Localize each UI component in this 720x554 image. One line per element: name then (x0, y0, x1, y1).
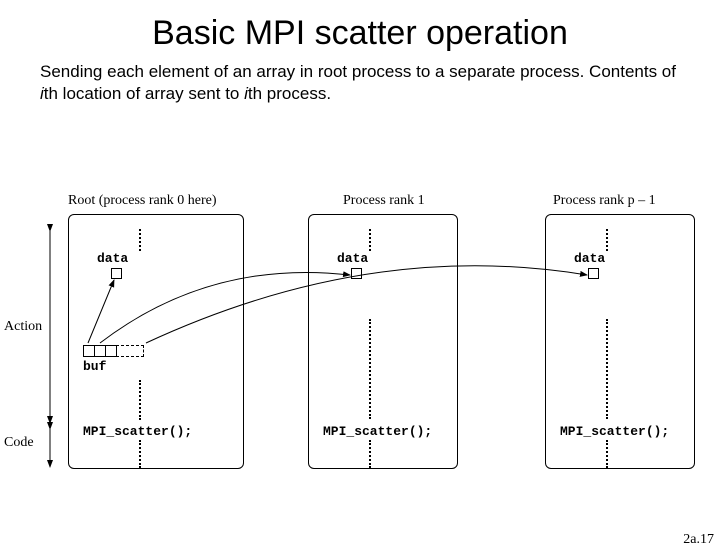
scatter-diagram: Action Code Root (process rank 0 here) d… (0, 189, 720, 489)
slide-number: 2a.17 (683, 532, 714, 548)
description: Sending each element of an array in root… (40, 61, 680, 105)
proc1-dotted-mid (369, 319, 371, 419)
proc1-dotted-top (369, 229, 371, 251)
action-label: Action (4, 319, 42, 335)
procN-data-label: data (574, 251, 605, 266)
root-buf-label: buf (83, 359, 106, 374)
root-scatter-call: MPI_scatter(); (83, 424, 192, 439)
root-dotted-mid (139, 380, 141, 420)
procN-dotted-bot (606, 440, 608, 468)
code-label: Code (4, 435, 34, 451)
root-process-box: data buf MPI_scatter(); (68, 214, 244, 469)
root-dotted-top (139, 229, 141, 251)
procN-data-box (588, 268, 599, 279)
desc-text-1: Sending each element of an array in root… (40, 62, 676, 81)
proc1-scatter-call: MPI_scatter(); (323, 424, 432, 439)
buf-cell-rest (116, 345, 144, 357)
proc1-box: data MPI_scatter(); (308, 214, 458, 469)
root-buf-row (83, 345, 144, 357)
procN-dotted-top (606, 229, 608, 251)
procN-label: Process rank p – 1 (553, 193, 656, 209)
procN-box: data MPI_scatter(); (545, 214, 695, 469)
proc1-label: Process rank 1 (343, 193, 425, 209)
root-dotted-bot (139, 440, 141, 468)
procN-dotted-mid (606, 319, 608, 419)
proc1-data-label: data (337, 251, 368, 266)
proc1-dotted-bot (369, 440, 371, 468)
procN-scatter-call: MPI_scatter(); (560, 424, 669, 439)
root-proc-label: Root (process rank 0 here) (68, 193, 217, 209)
root-data-label: data (97, 251, 128, 266)
root-data-box (111, 268, 122, 279)
page-title: Basic MPI scatter operation (0, 14, 720, 53)
proc1-data-box (351, 268, 362, 279)
desc-text-2: th location of array sent to (44, 84, 244, 103)
desc-text-3: th process. (248, 84, 331, 103)
